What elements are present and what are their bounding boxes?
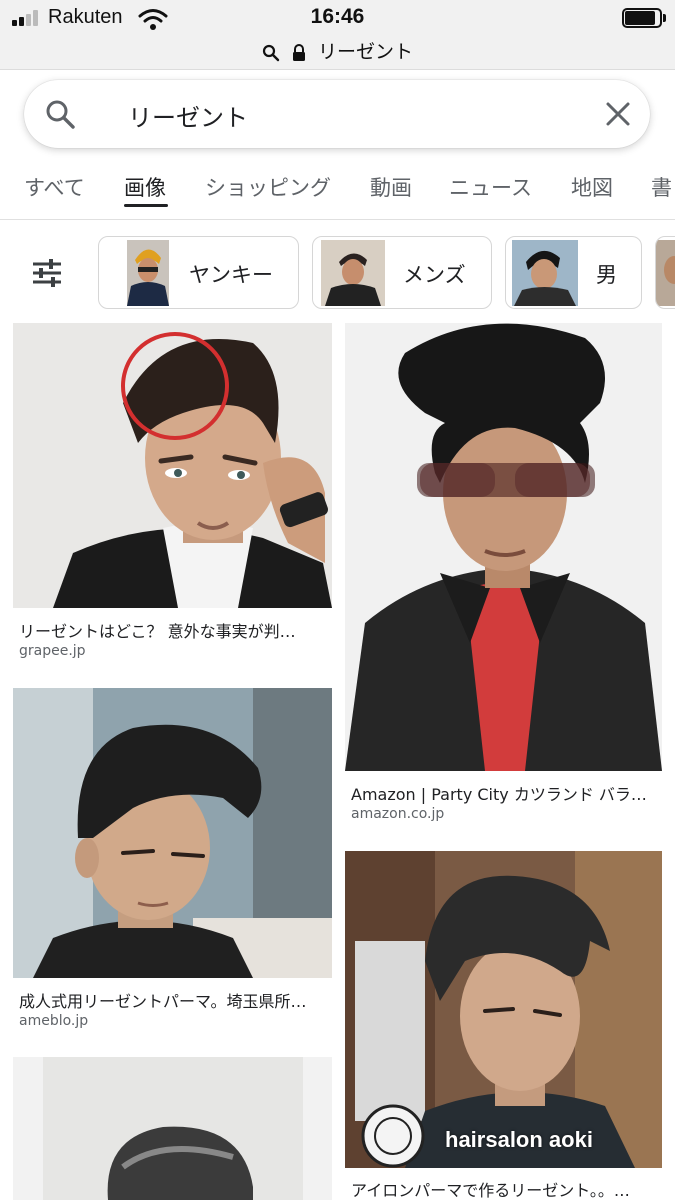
search-query[interactable]: リーゼント xyxy=(128,98,248,133)
result-photo xyxy=(13,323,332,608)
chip-mens[interactable]: メンズ xyxy=(312,236,492,309)
image-watermark: hairsalon aoki xyxy=(445,1127,593,1152)
filter-tune-icon[interactable] xyxy=(30,258,64,288)
chip-thumbnail xyxy=(656,240,675,306)
image-result[interactable] xyxy=(13,1057,332,1200)
related-chips: ヤンキー メンズ 男 xyxy=(0,228,675,318)
result-image[interactable]: hairsalon aoki xyxy=(345,851,662,1168)
address-bar[interactable]: リーゼント xyxy=(0,37,675,64)
chip-label: 男 xyxy=(596,263,617,287)
tab-images[interactable]: 画像 xyxy=(124,172,166,202)
result-source: grapee.jp xyxy=(19,643,86,659)
chip-label: ヤンキー xyxy=(189,263,273,287)
image-result[interactable]: リーゼントはどこ？ 意外な事実が判… grapee.jp xyxy=(13,323,332,673)
result-photo xyxy=(13,1057,332,1200)
chip-more[interactable] xyxy=(655,236,675,309)
tab-maps[interactable]: 地図 xyxy=(571,172,613,202)
tab-news[interactable]: ニュース xyxy=(449,172,532,202)
search-small-icon xyxy=(262,44,280,61)
tab-videos[interactable]: 動画 xyxy=(370,172,412,202)
result-image[interactable] xyxy=(13,688,332,978)
lock-icon xyxy=(292,43,305,61)
tab-books[interactable]: 書 xyxy=(651,172,672,202)
tab-shopping[interactable]: ショッピング xyxy=(205,172,331,202)
result-image[interactable] xyxy=(13,1057,332,1200)
status-bar: Rakuten 16:46 リーゼント xyxy=(0,0,675,70)
result-image[interactable] xyxy=(13,323,332,608)
result-source: amazon.co.jp xyxy=(351,806,445,822)
result-photo xyxy=(345,323,662,771)
chip-thumbnail xyxy=(321,240,385,306)
result-image[interactable] xyxy=(345,323,662,771)
result-photo xyxy=(345,851,662,1168)
search-icon[interactable] xyxy=(44,98,76,130)
chip-thumbnail xyxy=(512,240,578,306)
tab-all[interactable]: すべて xyxy=(24,172,85,202)
result-title[interactable]: 成人式用リーゼントパーマ。埼玉県所… xyxy=(19,988,329,1012)
chip-thumbnail xyxy=(127,240,169,306)
battery-icon xyxy=(622,8,666,28)
image-result[interactable]: hairsalon aoki アイロンパーマで作るリーゼント。。… xyxy=(345,851,662,1200)
image-result[interactable]: 成人式用リーゼントパーマ。埼玉県所… ameblo.jp xyxy=(13,688,332,1038)
image-result[interactable]: Amazon | Party City カツランド バラ… amazon.co.… xyxy=(345,323,662,833)
result-title[interactable]: アイロンパーマで作るリーゼント。。… xyxy=(351,1177,661,1200)
chip-label: メンズ xyxy=(403,263,466,287)
result-photo xyxy=(13,688,332,978)
result-title[interactable]: リーゼントはどこ？ 意外な事実が判… xyxy=(19,618,329,642)
result-source: ameblo.jp xyxy=(19,1013,89,1029)
clear-icon[interactable] xyxy=(604,100,632,128)
search-box[interactable]: リーゼント xyxy=(24,80,650,148)
search-tabs: すべて 画像 ショッピング 動画 ニュース 地図 書 xyxy=(0,160,675,220)
status-time: 16:46 xyxy=(310,5,365,28)
result-title[interactable]: Amazon | Party City カツランド バラ… xyxy=(351,781,661,805)
chip-yankee[interactable]: ヤンキー xyxy=(98,236,299,309)
active-tab-indicator xyxy=(124,204,168,207)
chip-men[interactable]: 男 xyxy=(505,236,642,309)
address-bar-text: リーゼント xyxy=(318,41,414,63)
